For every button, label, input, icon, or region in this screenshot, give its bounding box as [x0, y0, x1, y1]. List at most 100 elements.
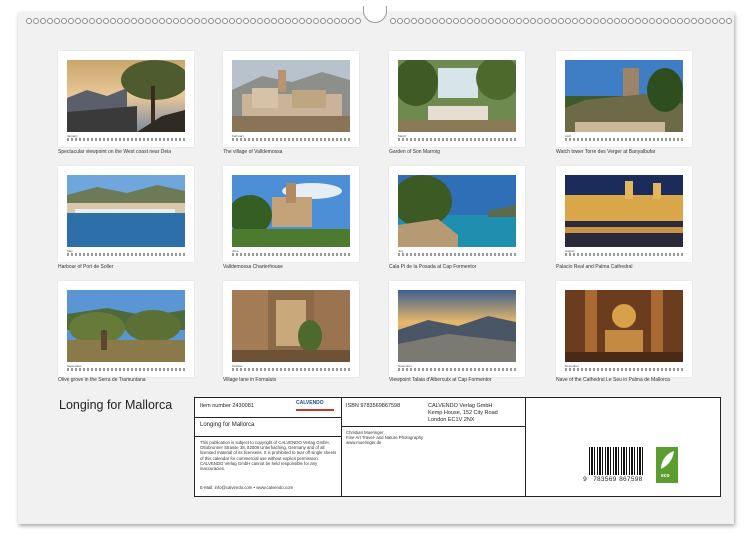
binding-ring [432, 18, 438, 24]
binding-ring [670, 18, 676, 24]
caption-february: The village of Valldemossa [223, 149, 283, 155]
binding-ring [495, 18, 501, 24]
binding-ring [418, 18, 424, 24]
binding-ring [691, 18, 697, 24]
caption-october: Village lane in Fornalutx [223, 377, 277, 383]
photo-november [398, 290, 516, 362]
binding-ring [292, 18, 298, 24]
binding-ring [453, 18, 459, 24]
binding-ring [551, 18, 557, 24]
caption-december: Nave of the Cathedral Le Seu in Palma de… [556, 377, 670, 383]
photo-april [565, 60, 683, 132]
company-line-3: London EC1V 2NX [428, 417, 475, 423]
binding-ring [411, 18, 417, 24]
binding-ring [33, 18, 39, 24]
binding-ring [138, 18, 144, 24]
binding-ring [222, 18, 228, 24]
company-line-2: Kemp House, 152 City Road [428, 410, 498, 416]
binding-ring [89, 18, 95, 24]
binding-ring [124, 18, 130, 24]
month-card-october[interactable]: October [223, 281, 359, 377]
month-card-september[interactable]: September [58, 281, 194, 377]
binding-ring [719, 18, 725, 24]
caption-july: Cala Pi de la Posada at Cap Formentor [389, 264, 477, 270]
binding-ring [607, 18, 613, 24]
binding-ring [397, 18, 403, 24]
binding-ring [642, 18, 648, 24]
binding-ring [278, 18, 284, 24]
day-grid [398, 138, 516, 141]
month-card-february[interactable]: February [223, 51, 359, 147]
photo-march [398, 60, 516, 132]
binding-ring [54, 18, 60, 24]
calvendo-logo: CALVENDO [294, 400, 336, 413]
day-grid [67, 253, 185, 256]
publisher-info-box: Item number 2430081 CALVENDO Longing for… [194, 397, 721, 497]
binding-ring [523, 18, 529, 24]
binding-ring [348, 18, 354, 24]
month-card-november[interactable]: November [389, 281, 525, 377]
binding-ring [425, 18, 431, 24]
binding-ring [593, 18, 599, 24]
photo-july [398, 175, 516, 247]
binding-ring [299, 18, 305, 24]
day-grid [232, 253, 350, 256]
photo-october [232, 290, 350, 362]
month-card-june[interactable]: June [223, 166, 359, 262]
binding-ring [558, 18, 564, 24]
photo-september [67, 290, 185, 362]
day-grid [398, 253, 516, 256]
binding-ring [145, 18, 151, 24]
binding-ring [215, 18, 221, 24]
day-grid [565, 253, 683, 256]
binding-ring [705, 18, 711, 24]
day-grid [565, 138, 683, 141]
binding-ring [355, 18, 361, 24]
binding-ring [334, 18, 340, 24]
month-card-december[interactable]: December [556, 281, 692, 377]
binding-ring [488, 18, 494, 24]
author-website: www.mueringer.de [346, 440, 382, 445]
binding-ring [663, 18, 669, 24]
month-card-january[interactable]: January [58, 51, 194, 147]
binding-ring [586, 18, 592, 24]
month-card-may[interactable]: May [58, 166, 194, 262]
binding-ring [635, 18, 641, 24]
binding-ring [320, 18, 326, 24]
box-title: Longing for Mallorca [200, 422, 255, 428]
binding-ring [509, 18, 515, 24]
binding-ring [712, 18, 718, 24]
binding-ring [628, 18, 634, 24]
binding-ring [250, 18, 256, 24]
caption-november: Viewpoint Talaia d'Albercutx at Cap Form… [389, 377, 492, 383]
day-grid [67, 368, 185, 371]
binding-ring [579, 18, 585, 24]
month-card-july[interactable]: July [389, 166, 525, 262]
binding-ring [26, 18, 32, 24]
binding-ring [180, 18, 186, 24]
binding-ring [439, 18, 445, 24]
binding-ring [68, 18, 74, 24]
binding-ring [327, 18, 333, 24]
binding-ring [544, 18, 550, 24]
item-number: Item number 2430081 [200, 403, 254, 409]
binding-ring [481, 18, 487, 24]
month-card-august[interactable]: August [556, 166, 692, 262]
binding-ring [649, 18, 655, 24]
binding-ring [600, 18, 606, 24]
binding-ring [243, 18, 249, 24]
binding-ring [75, 18, 81, 24]
day-grid [565, 368, 683, 371]
binding-ring [313, 18, 319, 24]
caption-september: Olive grove in the Serra de Tramuntana [58, 377, 146, 383]
binding-ring [166, 18, 172, 24]
binding-ring [698, 18, 704, 24]
day-grid [232, 368, 350, 371]
month-card-march[interactable]: March [389, 51, 525, 147]
caption-march: Garden of Son Marroig [389, 149, 440, 155]
day-grid [398, 368, 516, 371]
photo-december [565, 290, 683, 362]
binding-ring [474, 18, 480, 24]
month-card-april[interactable]: April [556, 51, 692, 147]
binding-ring [390, 18, 396, 24]
